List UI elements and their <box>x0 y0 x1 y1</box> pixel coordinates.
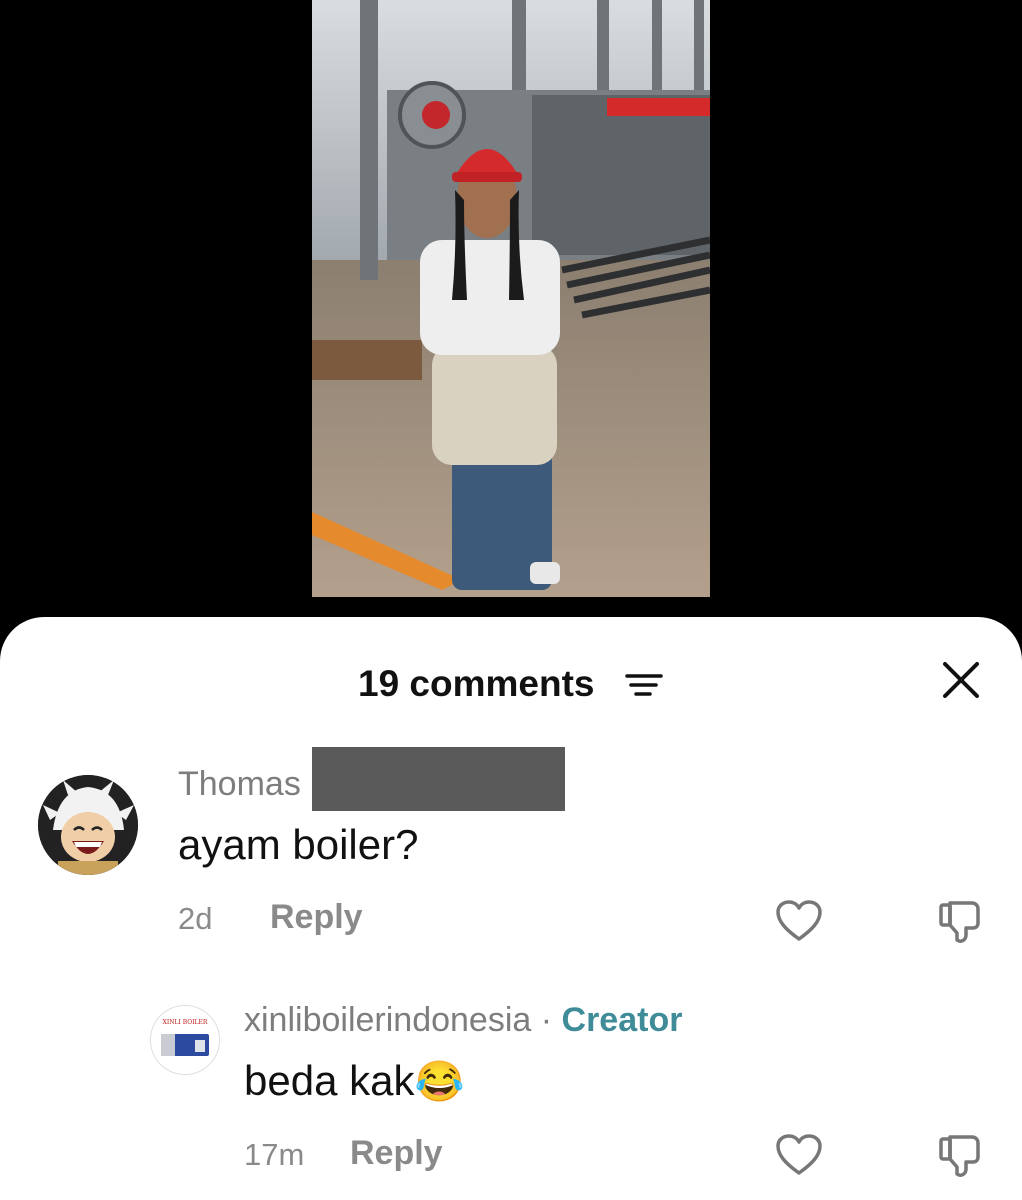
creator-badge: Creator <box>561 1001 683 1039</box>
reply-button[interactable]: Reply <box>350 1134 443 1173</box>
comment-time: 2d <box>178 901 213 936</box>
reply-text-line: beda kak😂 <box>244 1057 464 1105</box>
like-heart-icon[interactable] <box>775 1133 823 1177</box>
comment-count: 19 comments <box>358 663 595 704</box>
avatar[interactable] <box>38 775 138 875</box>
reply-button[interactable]: Reply <box>270 898 363 937</box>
reply-time: 17m <box>244 1137 305 1172</box>
reply-text: beda kak <box>244 1057 415 1104</box>
dislike-icon[interactable] <box>936 897 984 945</box>
avatar-logo-text: XINLI BOILER <box>163 1019 208 1026</box>
reply-username[interactable]: xinliboilerindonesia <box>244 1001 531 1039</box>
dislike-icon[interactable] <box>936 1131 984 1179</box>
creator-avatar[interactable]: XINLI BOILER <box>150 1005 220 1075</box>
separator-dot: · <box>531 1001 562 1039</box>
comments-header: 19 comments <box>0 661 1022 707</box>
video-frame[interactable] <box>312 0 710 597</box>
xinli-boiler-logo-icon: XINLI BOILER <box>151 1006 219 1074</box>
redaction-box <box>312 747 565 811</box>
close-icon[interactable] <box>938 657 984 703</box>
comment-text: ayam boiler? <box>178 821 419 868</box>
comment-username[interactable]: Thomas <box>178 765 301 804</box>
reply-username-line: xinliboilerindonesia · Creator <box>244 1001 682 1040</box>
anime-character-avatar-icon <box>38 775 138 875</box>
comments-sheet: 19 comments Thomas ayam boiler? 2d Reply… <box>0 617 1022 1200</box>
video-thumbnail <box>312 0 710 597</box>
like-heart-icon[interactable] <box>775 899 823 943</box>
video-player[interactable] <box>0 0 1022 640</box>
sort-filter-icon[interactable] <box>625 671 665 699</box>
laughing-emoji-icon: 😂 <box>414 1060 465 1104</box>
